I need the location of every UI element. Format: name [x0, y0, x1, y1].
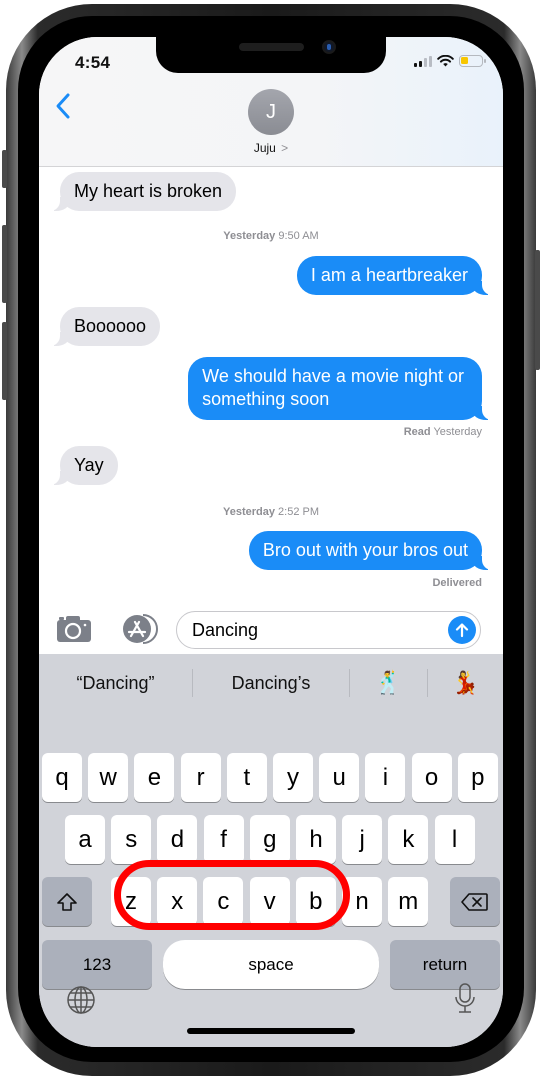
- message-outgoing[interactable]: I am a heartbreaker: [296, 256, 493, 295]
- key-j[interactable]: j: [342, 815, 383, 864]
- message-incoming[interactable]: Boooooo: [49, 307, 161, 346]
- message-outgoing[interactable]: We should have a movie night or somethin…: [188, 357, 492, 420]
- delete-key[interactable]: [450, 877, 500, 926]
- earpiece-speaker: [239, 43, 304, 51]
- timestamp: Yesterday 9:50 AM: [223, 230, 319, 242]
- key-s[interactable]: s: [111, 815, 152, 864]
- contact-avatar[interactable]: J: [248, 89, 294, 135]
- globe-icon: [67, 986, 95, 1014]
- chevron-left-icon: [56, 93, 70, 119]
- key-b[interactable]: b: [295, 877, 336, 926]
- microphone-icon: [455, 983, 475, 1013]
- contact-name-button[interactable]: Juju >: [39, 141, 503, 155]
- shift-key[interactable]: [42, 877, 92, 926]
- dictation-button[interactable]: [453, 982, 477, 1016]
- camera-button[interactable]: [55, 614, 93, 644]
- suggestion-word[interactable]: Dancing’s: [193, 654, 349, 712]
- read-receipt: Read Yesterday: [403, 426, 482, 438]
- key-i[interactable]: i: [365, 753, 406, 802]
- suggestion-emoji-man-dancing[interactable]: 🕺: [350, 654, 427, 712]
- key-d[interactable]: d: [157, 815, 198, 864]
- key-z[interactable]: z: [111, 877, 151, 926]
- shift-icon: [57, 892, 77, 911]
- delete-icon: [461, 892, 488, 911]
- key-w[interactable]: w: [88, 753, 129, 802]
- suggestion-quoted[interactable]: “Dancing”: [39, 654, 192, 712]
- key-r[interactable]: r: [180, 753, 221, 802]
- avatar-initial: J: [266, 100, 276, 123]
- key-n[interactable]: n: [342, 877, 382, 926]
- key-p[interactable]: p: [457, 753, 498, 802]
- key-c[interactable]: c: [203, 877, 244, 926]
- message-outgoing[interactable]: Bro out with your bros out: [248, 531, 493, 570]
- volume-down-button: [2, 322, 7, 400]
- cellular-signal-icon: [414, 55, 432, 67]
- key-m[interactable]: m: [388, 877, 429, 926]
- key-y[interactable]: y: [273, 753, 313, 802]
- silent-switch: [2, 150, 7, 188]
- wifi-icon: [437, 55, 454, 67]
- key-a[interactable]: a: [65, 815, 105, 864]
- key-x[interactable]: x: [157, 877, 198, 926]
- timestamp: Yesterday 2:52 PM: [222, 506, 319, 518]
- message-text-field[interactable]: [176, 611, 481, 649]
- message-list[interactable]: My heart is broken Yesterday 9:50 AM I a…: [39, 168, 503, 608]
- power-button: [535, 250, 540, 370]
- key-g[interactable]: g: [249, 815, 290, 864]
- key-e[interactable]: e: [134, 753, 175, 802]
- message-input-bar: [39, 608, 503, 654]
- chevron-right-icon: >: [281, 141, 289, 155]
- battery-icon: [459, 55, 486, 67]
- screen: 4:54 J Juju > My heart is broken Yesterd…: [39, 37, 503, 1047]
- status-icons: [414, 55, 486, 67]
- front-camera: [322, 40, 336, 54]
- return-key[interactable]: return: [390, 940, 500, 989]
- app-store-button[interactable]: [117, 612, 159, 646]
- key-t[interactable]: t: [226, 753, 267, 802]
- key-f[interactable]: f: [203, 815, 244, 864]
- predictive-bar: “Dancing” Dancing’s 🕺 💃: [39, 654, 503, 712]
- home-indicator[interactable]: [187, 1028, 355, 1034]
- space-key[interactable]: space: [163, 940, 379, 989]
- message-input[interactable]: [192, 619, 432, 641]
- globe-button[interactable]: [65, 984, 97, 1016]
- back-button[interactable]: [53, 91, 77, 121]
- delivered-receipt: Delivered: [432, 577, 482, 589]
- send-button[interactable]: [448, 616, 476, 644]
- key-k[interactable]: k: [388, 815, 429, 864]
- suggestion-emoji-woman-dancing[interactable]: 💃: [428, 654, 503, 712]
- key-o[interactable]: o: [411, 753, 452, 802]
- arrow-up-icon: [455, 623, 469, 638]
- message-incoming[interactable]: Yay: [50, 446, 118, 485]
- contact-name: Juju: [253, 141, 276, 155]
- volume-up-button: [2, 225, 7, 303]
- key-l[interactable]: l: [434, 815, 475, 864]
- message-incoming[interactable]: My heart is broken: [49, 172, 237, 211]
- key-u[interactable]: u: [319, 753, 360, 802]
- key-v[interactable]: v: [249, 877, 290, 926]
- app-store-icon: [123, 614, 158, 644]
- keyboard: “Dancing” Dancing’s 🕺 💃 qwertyuiop asdfg…: [39, 654, 503, 1047]
- status-time: 4:54: [75, 53, 111, 72]
- key-q[interactable]: q: [42, 753, 82, 802]
- camera-icon: [57, 616, 91, 642]
- numbers-key[interactable]: 123: [42, 940, 152, 989]
- notch: [156, 37, 386, 73]
- battery-level: [461, 57, 468, 64]
- key-h[interactable]: h: [296, 815, 336, 864]
